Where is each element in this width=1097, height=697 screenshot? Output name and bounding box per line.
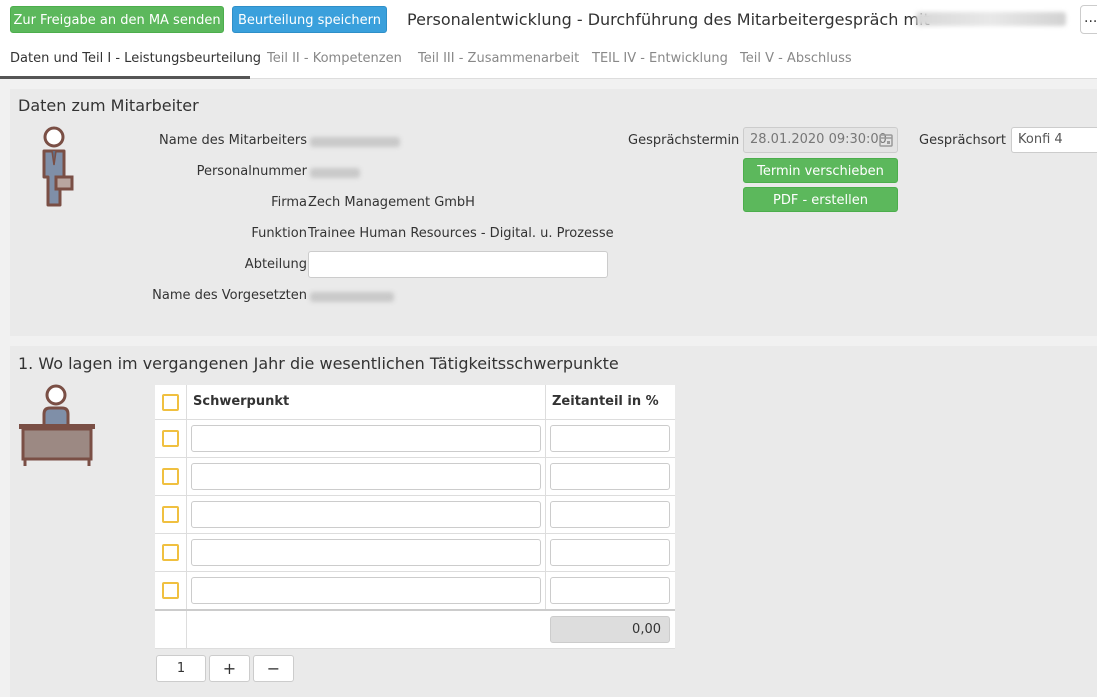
appointment-input: 28.01.2020 09:30:00 (743, 127, 898, 153)
desk-worker-icon (19, 384, 95, 466)
personnel-number-label: Personalnummer (196, 164, 307, 179)
divider (155, 571, 675, 572)
tab-part-4[interactable]: TEIL IV - Entwicklung (592, 51, 728, 66)
share-input[interactable] (550, 539, 670, 566)
divider (155, 495, 675, 496)
redacted-employee-name (916, 12, 1066, 26)
top-toolbar: Zur Freigabe an den MA senden Beurteilun… (0, 0, 1097, 39)
function-label: Funktion (251, 226, 307, 241)
calendar-icon[interactable] (879, 133, 893, 147)
employee-section-title: Daten zum Mitarbeiter (18, 96, 199, 115)
company-label: Firma (271, 195, 307, 210)
focus-input[interactable] (191, 539, 541, 566)
supervisor-name-redacted (310, 292, 394, 302)
share-input[interactable] (550, 501, 670, 528)
personnel-number-redacted (310, 168, 360, 178)
share-input[interactable] (550, 577, 670, 604)
row-checkbox[interactable] (162, 430, 179, 447)
select-all-checkbox[interactable] (162, 394, 179, 411)
employee-icon (42, 126, 74, 207)
focus-input[interactable] (191, 501, 541, 528)
location-label: Gesprächsort (919, 133, 1006, 148)
divider (155, 609, 675, 611)
focus-section-title: 1. Wo lagen im vergangenen Jahr die wese… (18, 354, 619, 373)
share-total: 0,00 (550, 616, 670, 643)
tab-part-3[interactable]: Teil III - Zusammenarbeit (418, 51, 579, 66)
divider (155, 419, 675, 420)
divider (155, 648, 675, 649)
employee-name-redacted (310, 137, 400, 147)
employee-name-label: Name des Mitarbeiters (159, 133, 307, 148)
page-title: Personalentwicklung - Durchführung des M… (407, 10, 930, 29)
focus-input[interactable] (191, 577, 541, 604)
location-input[interactable]: Konfi 4 (1011, 127, 1097, 153)
send-to-employee-button[interactable]: Zur Freigabe an den MA senden (10, 6, 224, 33)
add-row-button[interactable]: + (209, 655, 250, 682)
share-input[interactable] (550, 425, 670, 452)
focus-column-header: Schwerpunkt (193, 394, 290, 409)
row-checkbox[interactable] (162, 468, 179, 485)
company-value: Zech Management GmbH (308, 195, 475, 210)
focus-input[interactable] (191, 425, 541, 452)
department-label: Abteilung (244, 257, 307, 272)
tab-part-2[interactable]: Teil II - Kompetenzen (267, 51, 402, 66)
save-assessment-button[interactable]: Beurteilung speichern (232, 6, 387, 33)
divider (155, 457, 675, 458)
row-count-field[interactable]: 1 (156, 655, 206, 682)
more-button[interactable]: ... (1080, 5, 1097, 34)
remove-row-button[interactable]: − (253, 655, 294, 682)
divider (155, 533, 675, 534)
appointment-value: 28.01.2020 09:30:00 (750, 132, 887, 147)
tab-bar: Daten und Teil I - Leistungsbeurteilung … (0, 39, 1097, 79)
supervisor-label: Name des Vorgesetzten (152, 288, 307, 303)
row-checkbox[interactable] (162, 544, 179, 561)
tab-part-5[interactable]: Teil V - Abschluss (740, 51, 852, 66)
row-checkbox[interactable] (162, 582, 179, 599)
create-pdf-button[interactable]: PDF - erstellen (743, 187, 898, 212)
share-column-header: Zeitanteil in % (552, 394, 659, 409)
active-tab-indicator (0, 76, 250, 79)
focus-areas-table: Schwerpunkt Zeitanteil in % 0,00 (155, 385, 675, 649)
department-input[interactable] (308, 251, 608, 278)
row-checkbox[interactable] (162, 506, 179, 523)
tab-data-part-1[interactable]: Daten und Teil I - Leistungsbeurteilung (10, 51, 261, 66)
location-value: Konfi 4 (1018, 132, 1063, 147)
share-input[interactable] (550, 463, 670, 490)
function-value: Trainee Human Resources - Digital. u. Pr… (308, 226, 614, 241)
focus-input[interactable] (191, 463, 541, 490)
reschedule-button[interactable]: Termin verschieben (743, 158, 898, 183)
appointment-label: Gesprächstermin (628, 133, 740, 148)
employee-data-panel: Daten zum Mitarbeiter Name des Mitarbeit… (10, 89, 1097, 336)
